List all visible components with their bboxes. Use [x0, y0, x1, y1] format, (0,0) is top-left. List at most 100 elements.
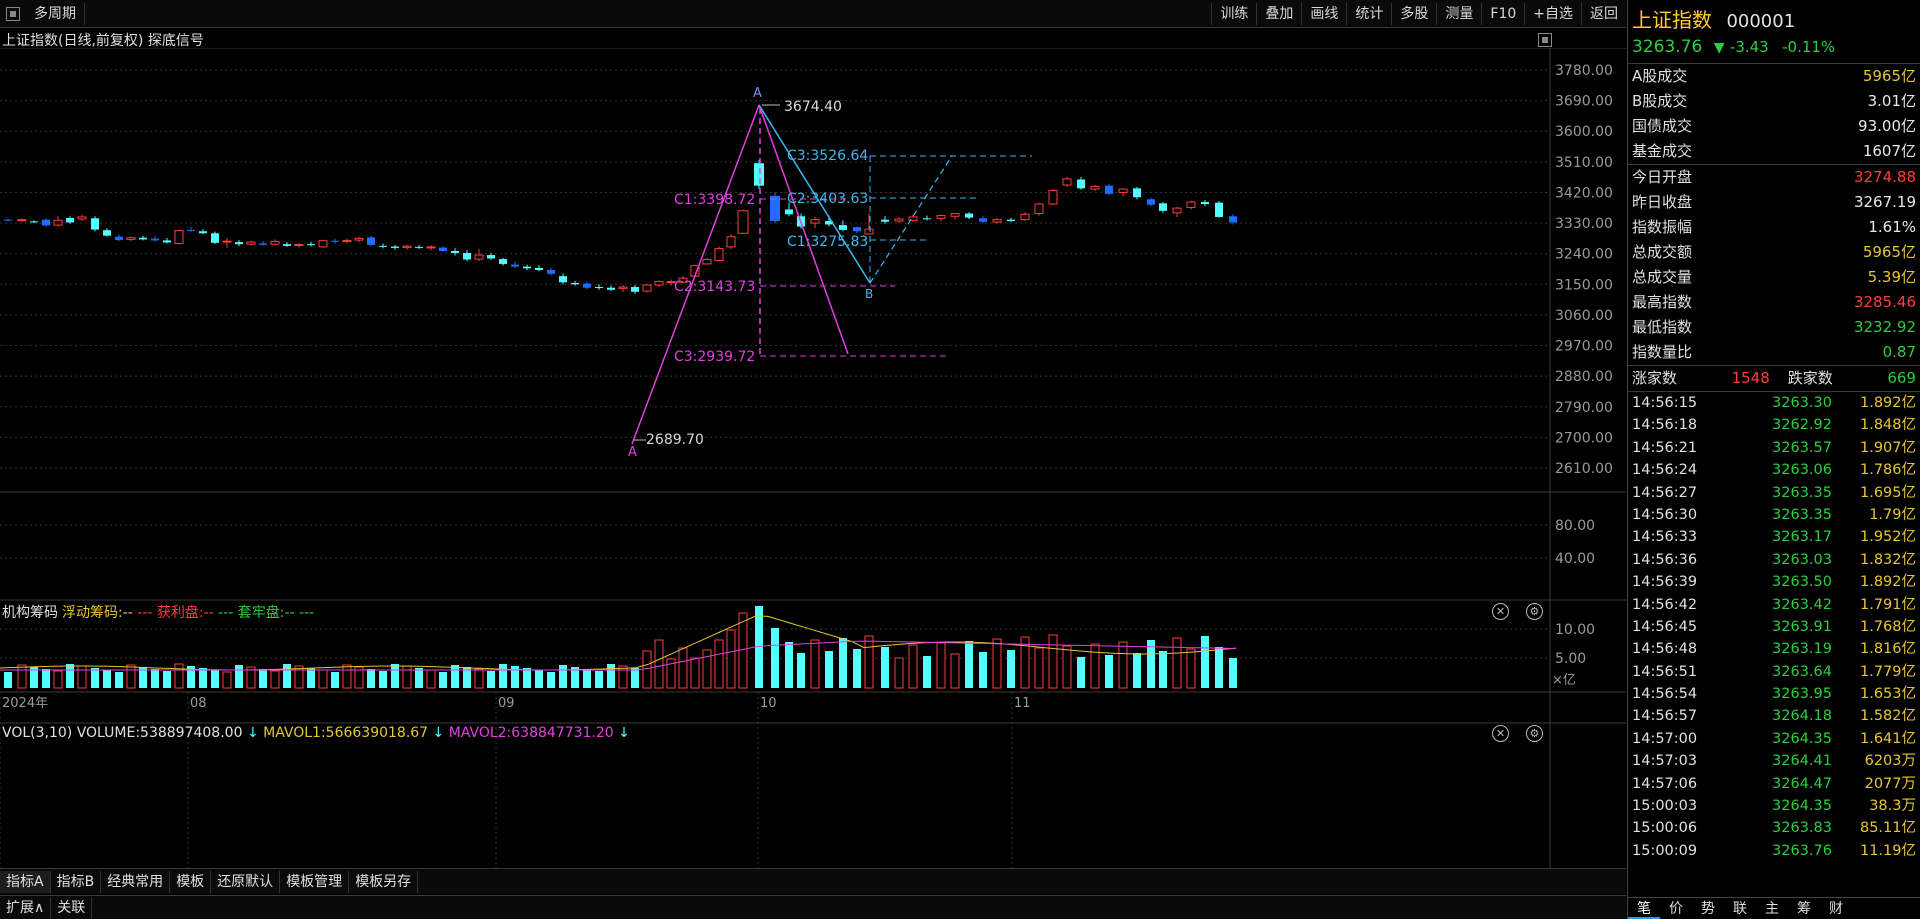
- candle[interactable]: [810, 216, 820, 228]
- candle[interactable]: [259, 241, 267, 246]
- tick-list[interactable]: 14:56:15 3263.30 1.892亿 14:56:18 3262.92 1.84…: [1628, 392, 1920, 862]
- candle[interactable]: [283, 242, 291, 247]
- candle[interactable]: [770, 192, 780, 224]
- candle[interactable]: [979, 216, 987, 224]
- candle[interactable]: [318, 239, 328, 248]
- panel-toggle-icon[interactable]: [1538, 33, 1552, 47]
- candle[interactable]: [607, 285, 615, 292]
- close-icon[interactable]: ✕: [1492, 603, 1509, 620]
- indicator-tab-3[interactable]: 模板: [170, 870, 212, 893]
- toolbar-button-4[interactable]: 多股: [1391, 3, 1436, 25]
- candle[interactable]: [4, 218, 12, 222]
- candle[interactable]: [702, 258, 712, 265]
- quote-tab-6[interactable]: 财: [1820, 898, 1852, 919]
- candle[interactable]: [1077, 176, 1085, 190]
- quote-tab-2[interactable]: 势: [1692, 898, 1724, 919]
- candle[interactable]: [1172, 206, 1182, 217]
- candle[interactable]: [1048, 189, 1058, 206]
- candle[interactable]: [402, 244, 412, 250]
- candle[interactable]: [1215, 200, 1223, 218]
- toolbar-button-6[interactable]: F10: [1481, 3, 1524, 25]
- candle[interactable]: [1105, 184, 1113, 196]
- candle[interactable]: [1133, 187, 1141, 200]
- candle[interactable]: [595, 284, 603, 290]
- candle[interactable]: [463, 250, 471, 262]
- candle[interactable]: [415, 244, 423, 249]
- quote-tab-4[interactable]: 主: [1756, 898, 1788, 919]
- gear-icon[interactable]: ⚙: [1525, 603, 1543, 620]
- candle[interactable]: [391, 244, 399, 250]
- candle[interactable]: [631, 284, 639, 294]
- toolbar-button-0[interactable]: 训练: [1211, 3, 1256, 25]
- candle[interactable]: [42, 218, 50, 227]
- candle[interactable]: [367, 236, 375, 247]
- candle[interactable]: [1118, 188, 1128, 197]
- indicator-tab-0[interactable]: 指标A: [0, 870, 51, 893]
- candle[interactable]: [331, 238, 339, 244]
- candle[interactable]: [211, 231, 219, 245]
- layout-icon[interactable]: [6, 7, 20, 21]
- candle[interactable]: [936, 214, 946, 222]
- candle[interactable]: [115, 234, 123, 242]
- candle[interactable]: [511, 261, 519, 268]
- candle[interactable]: [235, 240, 243, 247]
- extension-tab-0[interactable]: 扩展∧: [0, 896, 52, 919]
- candle[interactable]: [426, 245, 436, 251]
- candle[interactable]: [950, 212, 960, 220]
- candle[interactable]: [66, 216, 74, 224]
- candle[interactable]: [103, 228, 111, 237]
- candle[interactable]: [174, 229, 184, 245]
- quote-tab-1[interactable]: 价: [1660, 898, 1692, 919]
- candle[interactable]: [91, 216, 99, 232]
- candle[interactable]: [881, 216, 889, 224]
- candle[interactable]: [77, 214, 87, 221]
- candle[interactable]: [187, 227, 195, 232]
- candle[interactable]: [1062, 176, 1072, 188]
- candle[interactable]: [499, 257, 507, 266]
- candle[interactable]: [1020, 212, 1030, 222]
- candle[interactable]: [139, 236, 147, 241]
- indicator-tab-1[interactable]: 指标B: [51, 870, 102, 893]
- toolbar-button-3[interactable]: 统计: [1346, 3, 1391, 25]
- candle[interactable]: [342, 238, 352, 244]
- toolbar-button-8[interactable]: 返回: [1581, 3, 1626, 25]
- close-icon[interactable]: ✕: [1492, 725, 1509, 742]
- candle[interactable]: [965, 212, 973, 219]
- toolbar-button-7[interactable]: +自选: [1524, 3, 1581, 25]
- candle[interactable]: [1090, 184, 1100, 192]
- candle[interactable]: [654, 280, 664, 288]
- candle[interactable]: [535, 265, 543, 272]
- candle[interactable]: [307, 241, 315, 247]
- candle[interactable]: [17, 218, 27, 222]
- toolbar-button-1[interactable]: 叠加: [1256, 3, 1301, 25]
- candle[interactable]: [1147, 197, 1155, 207]
- candle[interactable]: [583, 281, 591, 290]
- candle[interactable]: [451, 248, 459, 256]
- candle[interactable]: [754, 160, 764, 190]
- gear-icon[interactable]: ⚙: [1525, 725, 1543, 742]
- candle[interactable]: [474, 248, 484, 262]
- candle[interactable]: [894, 216, 904, 224]
- candle[interactable]: [737, 209, 749, 234]
- quote-tab-5[interactable]: 筹: [1788, 898, 1820, 919]
- extension-tab-1[interactable]: 关联: [51, 896, 93, 919]
- candle[interactable]: [618, 284, 628, 292]
- multi-period-button[interactable]: 多周期: [26, 3, 85, 25]
- candle[interactable]: [294, 243, 304, 248]
- candle[interactable]: [923, 215, 931, 221]
- candle[interactable]: [864, 212, 874, 235]
- indicator-tab-2[interactable]: 经典常用: [101, 870, 171, 893]
- candle[interactable]: [151, 236, 159, 242]
- candle[interactable]: [222, 238, 232, 248]
- indicator-tab-6[interactable]: 模板另存: [349, 870, 419, 893]
- candle[interactable]: [992, 217, 1002, 224]
- candle[interactable]: [53, 216, 63, 227]
- candle[interactable]: [126, 236, 136, 242]
- candle[interactable]: [1159, 201, 1167, 213]
- quote-tab-0[interactable]: 笔: [1628, 898, 1660, 919]
- candle[interactable]: [559, 273, 567, 285]
- quote-tab-3[interactable]: 联: [1724, 898, 1756, 919]
- toolbar-button-5[interactable]: 测量: [1436, 3, 1481, 25]
- candle[interactable]: [523, 264, 531, 271]
- candle[interactable]: [163, 238, 171, 244]
